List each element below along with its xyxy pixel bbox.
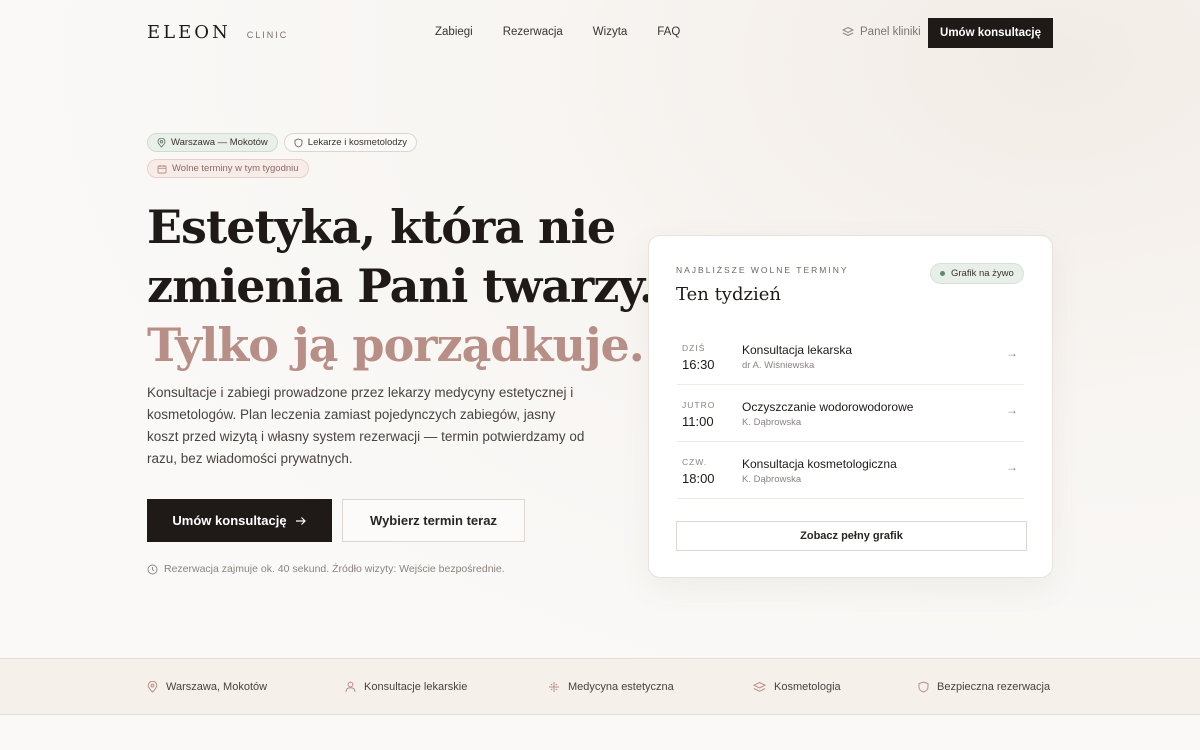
slot-day: JUTRO <box>682 400 716 410</box>
headline-line-1: Estetyka, która nie <box>147 200 616 254</box>
slot-specialist: dr A. Wiśniewska <box>742 360 815 371</box>
map-pin-icon <box>147 681 158 693</box>
live-dot-icon <box>940 271 945 276</box>
slot-service: Konsultacja kosmetologiczna <box>742 457 897 471</box>
features-strip: Warszawa, Mokotów Konsultacje lekarskie … <box>0 658 1200 715</box>
feature-location: Warszawa, Mokotów <box>147 681 267 693</box>
feature-label: Warszawa, Mokotów <box>166 681 268 693</box>
book-consultation-label: Umów konsultację <box>172 513 287 528</box>
shield-icon <box>294 138 303 148</box>
booking-note-text: Rezerwacja zajmuje ok. 40 sekund. Źródło… <box>164 563 505 575</box>
layers-icon <box>753 681 766 693</box>
availability-chip: Wolne terminy w tym tygodniu <box>147 159 309 178</box>
logo-sub: CLINIC <box>246 30 289 40</box>
full-schedule-button[interactable]: Zobacz pełny grafik <box>676 521 1027 551</box>
clinic-panel-link[interactable]: Panel kliniki <box>842 26 921 38</box>
slot-row[interactable]: JUTRO 11:00 Oczyszczanie wodorowodorowe … <box>677 385 1024 442</box>
main-nav: Zabiegi Rezerwacja Wizyta FAQ <box>435 26 680 38</box>
calendar-icon <box>157 164 167 174</box>
hero-chips: Warszawa — Mokotów Lekarze i kosmetolodz… <box>147 133 447 185</box>
arrow-right-icon: → <box>1006 346 1018 360</box>
nav-item-faq[interactable]: FAQ <box>657 26 680 38</box>
slot-specialist: K. Dąbrowska <box>742 474 802 485</box>
logo-name: ELEON <box>147 22 231 43</box>
slot-service: Konsultacja lekarska <box>742 343 853 357</box>
availability-chip-label: Wolne terminy w tym tygodniu <box>172 163 299 174</box>
feature-label: Kosmetologia <box>774 681 841 693</box>
feature-cosmetology: Kosmetologia <box>753 681 841 693</box>
slot-row[interactable]: CZW. 18:00 Konsultacja kosmetologiczna K… <box>677 442 1024 499</box>
slot-service: Oczyszczanie wodorowodorowe <box>742 400 914 414</box>
slot-time: 16:30 <box>682 357 715 372</box>
arrow-right-icon: → <box>1006 403 1018 417</box>
headline-accent-line: Tylko ją porządkuje. <box>147 318 645 372</box>
staff-chip: Lekarze i kosmetolodzy <box>283 133 418 152</box>
location-chip: Warszawa — Mokotów <box>147 133 278 152</box>
pick-slot-button[interactable]: Wybierz termin teraz <box>342 499 525 542</box>
slot-specialist: K. Dąbrowska <box>742 417 802 428</box>
hero-description: Konsultacje i zabiegi prowadzone przez l… <box>147 385 585 466</box>
hero-headline: Estetyka, która nie zmienia Pani twarzy.… <box>147 198 655 375</box>
arrow-right-icon: → <box>1006 460 1018 474</box>
clinic-panel-label: Panel kliniki <box>860 26 921 38</box>
live-badge-label: Grafik na żywo <box>951 268 1014 279</box>
card-title: Ten tydzień <box>676 284 781 305</box>
feature-secure-booking: Bezpieczna rezerwacja <box>918 681 1050 693</box>
booking-note: Rezerwacja zajmuje ok. 40 sekund. Źródło… <box>147 563 505 575</box>
headline-line-2: zmienia Pani twarzy. <box>147 259 655 313</box>
nav-item-wizyta[interactable]: Wizyta <box>593 26 628 38</box>
nav-item-rezerwacja[interactable]: Rezerwacja <box>503 26 563 38</box>
available-slots-card: NAJBLIŻSZE WOLNE TERMINY Ten tydzień Gra… <box>648 235 1053 578</box>
slot-list: DZIŚ 16:30 Konsultacja lekarska dr A. Wi… <box>677 328 1024 499</box>
slot-time: 18:00 <box>682 471 715 486</box>
feature-aesthetic: Medycyna estetyczna <box>548 681 674 693</box>
staff-chip-label: Lekarze i kosmetolodzy <box>307 137 408 148</box>
slot-time: 11:00 <box>682 414 714 429</box>
map-pin-icon <box>157 137 166 148</box>
feature-medical: Konsultacje lekarskie <box>345 681 467 693</box>
user-icon <box>345 681 356 693</box>
slot-row[interactable]: DZIŚ 16:30 Konsultacja lekarska dr A. Wi… <box>677 328 1024 385</box>
header-consultation-button[interactable]: Umów konsultację <box>928 18 1053 48</box>
sparkle-icon <box>548 681 560 693</box>
slot-day: DZIŚ <box>682 343 706 353</box>
clock-icon <box>147 564 158 575</box>
site-header: ELEON CLINIC Zabiegi Rezerwacja Wizyta F… <box>0 0 1200 66</box>
nav-item-zabiegi[interactable]: Zabiegi <box>435 26 473 38</box>
feature-label: Konsultacje lekarskie <box>364 681 468 693</box>
card-kicker: NAJBLIŻSZE WOLNE TERMINY <box>676 265 849 275</box>
location-chip-label: Warszawa — Mokotów <box>171 137 268 148</box>
live-schedule-badge: Grafik na żywo <box>930 263 1024 284</box>
logo[interactable]: ELEON CLINIC <box>147 22 288 43</box>
shield-icon <box>918 681 929 693</box>
arrow-right-icon <box>295 516 307 526</box>
layers-icon <box>842 26 854 38</box>
slot-day: CZW. <box>682 457 708 467</box>
feature-label: Medycyna estetyczna <box>568 681 674 693</box>
book-consultation-button[interactable]: Umów konsultację <box>147 499 332 542</box>
feature-label: Bezpieczna rezerwacja <box>937 681 1051 693</box>
